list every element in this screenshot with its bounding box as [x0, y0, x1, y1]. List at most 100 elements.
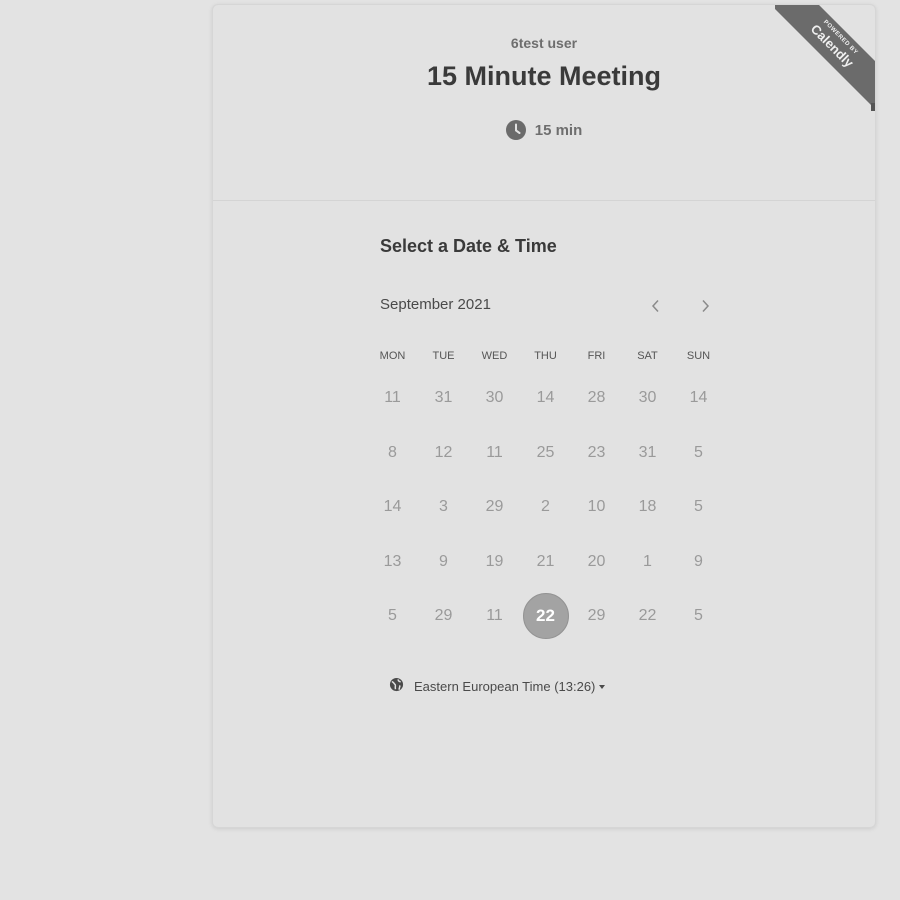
calendar-day-number: 22	[638, 607, 657, 625]
calendar-day: 3	[418, 484, 469, 530]
calendar-week: 14 3 29 2 10 18 5	[367, 480, 724, 535]
calendar-day: 11	[469, 593, 520, 639]
calendar-day: 8	[367, 430, 418, 476]
calendar-day-number: 29	[485, 498, 504, 516]
calendar-day: 5	[673, 484, 724, 530]
chevron-left-icon	[651, 299, 659, 313]
calendar-day-number: 5	[694, 607, 703, 625]
calendar-day-number: 28	[587, 389, 606, 407]
calendar-day-number: 30	[485, 389, 504, 407]
calendar-day: 13	[367, 539, 418, 585]
calendar-day: 30	[469, 375, 520, 421]
calendar-day: 1	[622, 539, 673, 585]
calendar-day-number: 25	[536, 443, 555, 461]
calendar-week: 5 29 11 22 29 22 5	[367, 589, 724, 644]
calendar-day-number: 10	[587, 498, 606, 516]
weekday-fri: FRI	[587, 350, 606, 362]
calendar-day: 20	[571, 539, 622, 585]
calendar-day-number: 11	[384, 389, 401, 407]
calendar-day-number: 31	[434, 389, 453, 407]
calendar-day: 31	[418, 375, 469, 421]
timezone-selector[interactable]: Eastern European Time (13:26)	[389, 677, 606, 695]
calendar-day-number: 29	[434, 607, 453, 625]
calendar-days: 11 31 30 14 28 30 14 8 12 11 25 23 31 5 14 3 29 2 10 18 5 13 9…	[367, 371, 724, 644]
calendar-day: 30	[622, 375, 673, 421]
calendar-day-number: 14	[383, 498, 402, 516]
calendar-day: 11	[367, 375, 418, 421]
calendar-day-number: 23	[587, 443, 606, 461]
next-month-button[interactable]	[693, 294, 717, 318]
calendar-grid: MON TUE WED THU FRI SAT SUN 11 31 30 14 28 30 14 8 12 1…	[367, 344, 724, 644]
previous-month-button[interactable]	[644, 294, 668, 318]
chevron-right-icon	[702, 299, 710, 313]
weekday-mon: MON	[379, 350, 406, 362]
calendar-day-number: 1	[643, 552, 652, 570]
calendar-day: 19	[469, 539, 520, 585]
calendar-day-number: 22	[522, 593, 569, 640]
calendar-day: 23	[571, 430, 622, 476]
ribbon-tail	[871, 103, 875, 111]
calendar-day: 10	[571, 484, 622, 530]
calendar-day: 5	[673, 430, 724, 476]
calendar-day-number: 5	[694, 443, 703, 461]
calendar-week: 11 31 30 14 28 30 14	[367, 371, 724, 426]
calendar-day: 11	[469, 430, 520, 476]
calendar-day: 2	[520, 484, 571, 530]
globe-icon	[389, 677, 404, 695]
calendar-day-number: 2	[541, 498, 550, 516]
calendar-day-number: 3	[439, 498, 448, 516]
calendar-day-number: 29	[587, 607, 606, 625]
weekday-header: MON TUE WED THU FRI SAT SUN	[367, 344, 724, 368]
calendar-day: 5	[673, 593, 724, 639]
calendar-day-number: 9	[694, 552, 703, 570]
calendar-day-number: 14	[536, 389, 555, 407]
calendar-day-number: 21	[536, 552, 555, 570]
calendar-day-number: 8	[388, 443, 397, 461]
calendar-day-number: 11	[486, 607, 503, 625]
calendar-day: 29	[571, 593, 622, 639]
clock-icon	[505, 120, 526, 140]
calendar-day: 9	[673, 539, 724, 585]
calendar-day-number: 12	[434, 443, 453, 461]
calendar-day-selected[interactable]: 22	[520, 593, 571, 640]
weekday-sun: SUN	[686, 350, 711, 362]
calendar-day: 14	[367, 484, 418, 530]
section-title: Select a Date & Time	[380, 236, 557, 256]
duration-label: 15 min	[534, 121, 583, 139]
calendar-day-number: 20	[587, 552, 606, 570]
calendar-day: 25	[520, 430, 571, 476]
calendar-day: 22	[622, 593, 673, 639]
calendar-day-number: 19	[485, 552, 504, 570]
calendar-day-number: 14	[689, 389, 708, 407]
booking-card: 6test user 15 Minute Meeting 15 min POWE…	[212, 4, 876, 828]
calendar-week: 8 12 11 25 23 31 5	[367, 426, 724, 481]
calendar-day-number: 13	[383, 552, 402, 570]
calendar-day: 29	[418, 593, 469, 639]
event-duration: 15 min	[213, 120, 875, 140]
calendar-day: 28	[571, 375, 622, 421]
calendar-day-number: 31	[638, 443, 657, 461]
calendar-day-number: 5	[694, 498, 703, 516]
weekday-sat: SAT	[637, 350, 658, 362]
calendar-day: 21	[520, 539, 571, 585]
calendar-day: 18	[622, 484, 673, 530]
calendar-day: 5	[367, 593, 418, 639]
chevron-down-icon	[599, 685, 606, 690]
weekday-wed: WED	[481, 350, 508, 362]
timezone-label: Eastern European Time (13:26)	[414, 678, 596, 694]
calendar-day-number: 5	[388, 607, 397, 625]
calendar-day-number: 18	[638, 498, 657, 516]
calendar-day-number: 11	[486, 443, 503, 461]
weekday-thu: THU	[534, 350, 557, 362]
calendar-day: 14	[520, 375, 571, 421]
calendar-day-number: 30	[638, 389, 657, 407]
calendar-day: 14	[673, 375, 724, 421]
powered-by-ribbon[interactable]: POWERED BY Calendly	[775, 5, 875, 111]
calendar-day: 12	[418, 430, 469, 476]
calendar-day: 31	[622, 430, 673, 476]
calendar-day: 9	[418, 539, 469, 585]
calendar-day: 29	[469, 484, 520, 530]
calendar-day-number: 9	[439, 552, 448, 570]
month-navigation: September 2021	[380, 294, 720, 318]
calendar-week: 13 9 19 21 20 1 9	[367, 535, 724, 590]
